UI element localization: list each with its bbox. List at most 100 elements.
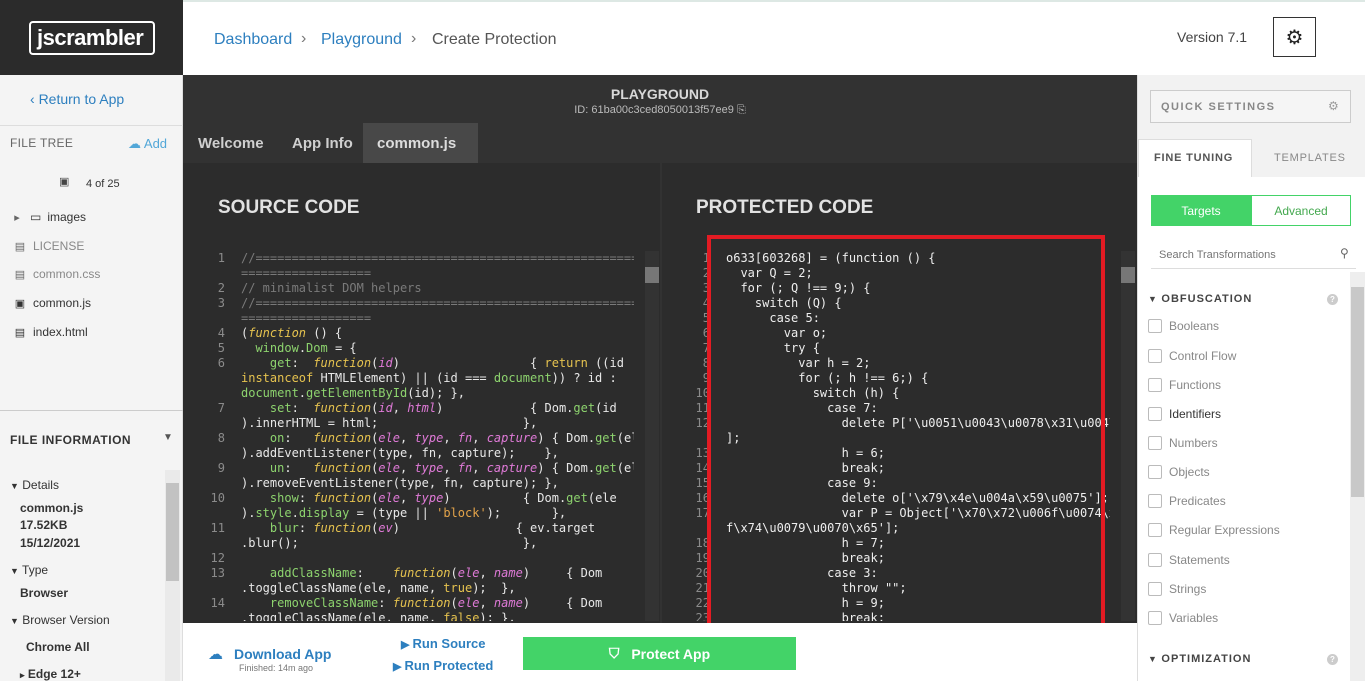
- add-label: Add: [143, 136, 168, 151]
- source-line-numbers: 1 23 456 7 8 9 10 11 12 13 14: [205, 251, 225, 621]
- browser-version-header[interactable]: ▼ Browser Version: [10, 613, 110, 627]
- advanced-toggle[interactable]: Advanced: [1251, 195, 1351, 226]
- protected-scrollbar[interactable]: [1121, 251, 1135, 621]
- caret-down-icon: ▼: [10, 566, 19, 576]
- line-number: [205, 536, 225, 551]
- tree-item-label: common.js: [33, 296, 92, 310]
- tab-common-js[interactable]: common.js: [363, 123, 478, 163]
- caret-down-icon[interactable]: ▼: [163, 432, 173, 443]
- shield-icon: ⛉: [608, 645, 620, 661]
- checkbox[interactable]: [1148, 582, 1162, 596]
- tree-item-common-css[interactable]: ▤ common.css: [13, 267, 101, 281]
- line-number: 10: [210, 491, 225, 505]
- tree-item-common-js[interactable]: ▣ common.js: [13, 296, 91, 310]
- option-regular-expressions[interactable]: Regular Expressions: [1148, 523, 1280, 537]
- gear-icon: ⚙: [1285, 26, 1304, 49]
- tree-item-images[interactable]: ▸ ▭ images: [10, 210, 86, 224]
- line-number: [205, 386, 225, 401]
- divider: [0, 410, 183, 411]
- checkbox[interactable]: [1148, 378, 1162, 392]
- option-predicates[interactable]: Predicates: [1148, 494, 1226, 508]
- sidebar-scroll-thumb[interactable]: [166, 483, 179, 581]
- search-icon[interactable]: ⚲: [1340, 246, 1349, 260]
- run-protected-button[interactable]: ▶ Run Protected: [393, 658, 493, 673]
- quick-settings-label: QUICK SETTINGS: [1161, 101, 1276, 113]
- copy-icon[interactable]: ⎘: [737, 104, 746, 116]
- tree-item-label: index.html: [33, 325, 88, 339]
- type-header[interactable]: ▼ Type: [10, 563, 48, 577]
- file-information-title: FILE INFORMATION: [10, 433, 132, 447]
- protected-scroll-thumb[interactable]: [1121, 267, 1135, 283]
- line-number: 11: [210, 521, 225, 535]
- play-icon: ▶: [401, 639, 413, 651]
- breadcrumb-create-protection: Create Protection: [432, 31, 557, 48]
- line-number: [205, 416, 225, 431]
- protect-app-button[interactable]: ⛉ Protect App: [523, 637, 796, 670]
- breadcrumb-playground[interactable]: Playground: [321, 31, 402, 49]
- line-number: [205, 311, 225, 326]
- cloud-download-icon: ☁: [208, 646, 223, 663]
- browser-version-title: Browser Version: [22, 613, 110, 627]
- help-icon[interactable]: ?: [1327, 294, 1338, 305]
- line-number: 5: [217, 341, 225, 355]
- checkbox[interactable]: [1148, 553, 1162, 567]
- checkbox[interactable]: [1148, 523, 1162, 537]
- checkbox[interactable]: [1148, 319, 1162, 333]
- tab-app-info[interactable]: App Info: [278, 123, 367, 163]
- caret-down-icon: ▼: [10, 481, 19, 491]
- breadcrumb-separator: ›: [411, 30, 417, 47]
- cloud-upload-icon: ☁: [128, 136, 144, 151]
- checkbox[interactable]: [1148, 349, 1162, 363]
- tab-templates[interactable]: TEMPLATES: [1274, 152, 1346, 164]
- jscrambler-logo[interactable]: jscrambler: [29, 21, 155, 55]
- playground-id: ID: 61ba00c3ced8050013f57ee9 ⎘: [574, 104, 746, 116]
- detail-file-date: 15/12/2021: [20, 536, 81, 550]
- option-statements[interactable]: Statements: [1148, 553, 1230, 567]
- breadcrumb-dashboard[interactable]: Dashboard: [214, 31, 292, 49]
- line-number: 1: [217, 251, 225, 265]
- option-strings[interactable]: Strings: [1148, 582, 1206, 596]
- option-control-flow[interactable]: Control Flow: [1148, 349, 1236, 363]
- obfuscation-header[interactable]: ▼ OBFUSCATION: [1148, 293, 1252, 305]
- optimization-header[interactable]: ▼ OPTIMIZATION: [1148, 653, 1251, 665]
- search-transformations-input[interactable]: [1151, 241, 1356, 269]
- browser-edge[interactable]: ▸ Edge 12+: [20, 667, 81, 681]
- line-number: 13: [210, 566, 225, 580]
- line-number: 6: [217, 356, 225, 370]
- caret-down-icon: ▼: [1148, 294, 1162, 304]
- option-identifiers[interactable]: Identifiers: [1148, 407, 1221, 421]
- tree-item-label: common.css: [33, 267, 101, 281]
- return-to-app-link[interactable]: ‹ Return to App: [30, 91, 124, 107]
- targets-toggle[interactable]: Targets: [1151, 195, 1251, 226]
- tree-item-license[interactable]: ▤ LICENSE: [13, 239, 85, 253]
- checkbox[interactable]: [1148, 465, 1162, 479]
- help-icon[interactable]: ?: [1327, 654, 1338, 665]
- option-booleans[interactable]: Booleans: [1148, 319, 1219, 333]
- js-file-icon: ▣: [14, 297, 26, 310]
- source-code-editor[interactable]: //======================================…: [241, 251, 634, 621]
- checkbox[interactable]: [1148, 407, 1162, 421]
- download-status: Finished: 14m ago: [239, 663, 314, 673]
- tree-item-label: LICENSE: [33, 239, 85, 253]
- add-file-button[interactable]: ☁ Add: [128, 136, 167, 152]
- right-panel-scroll-thumb[interactable]: [1351, 287, 1364, 497]
- protected-code-title: PROTECTED CODE: [696, 197, 874, 218]
- settings-button[interactable]: ⚙: [1273, 17, 1316, 57]
- option-functions[interactable]: Functions: [1148, 378, 1221, 392]
- details-header[interactable]: ▼ Details: [10, 478, 59, 492]
- tree-item-index-html[interactable]: ▤ index.html: [13, 325, 88, 339]
- tree-item-label: images: [47, 210, 87, 224]
- option-variables[interactable]: Variables: [1148, 611, 1218, 625]
- run-source-button[interactable]: ▶ Run Source: [401, 636, 485, 651]
- option-objects[interactable]: Objects: [1148, 465, 1210, 479]
- download-app-button[interactable]: Download App: [234, 646, 331, 662]
- source-scroll-thumb[interactable]: [645, 267, 659, 283]
- playground-title: PLAYGROUND: [610, 86, 710, 102]
- option-numbers[interactable]: Numbers: [1148, 436, 1218, 450]
- checkbox[interactable]: [1148, 436, 1162, 450]
- source-scrollbar[interactable]: [645, 251, 659, 621]
- tab-welcome[interactable]: Welcome: [184, 123, 278, 163]
- line-number: [205, 611, 225, 621]
- checkbox[interactable]: [1148, 611, 1162, 625]
- checkbox[interactable]: [1148, 494, 1162, 508]
